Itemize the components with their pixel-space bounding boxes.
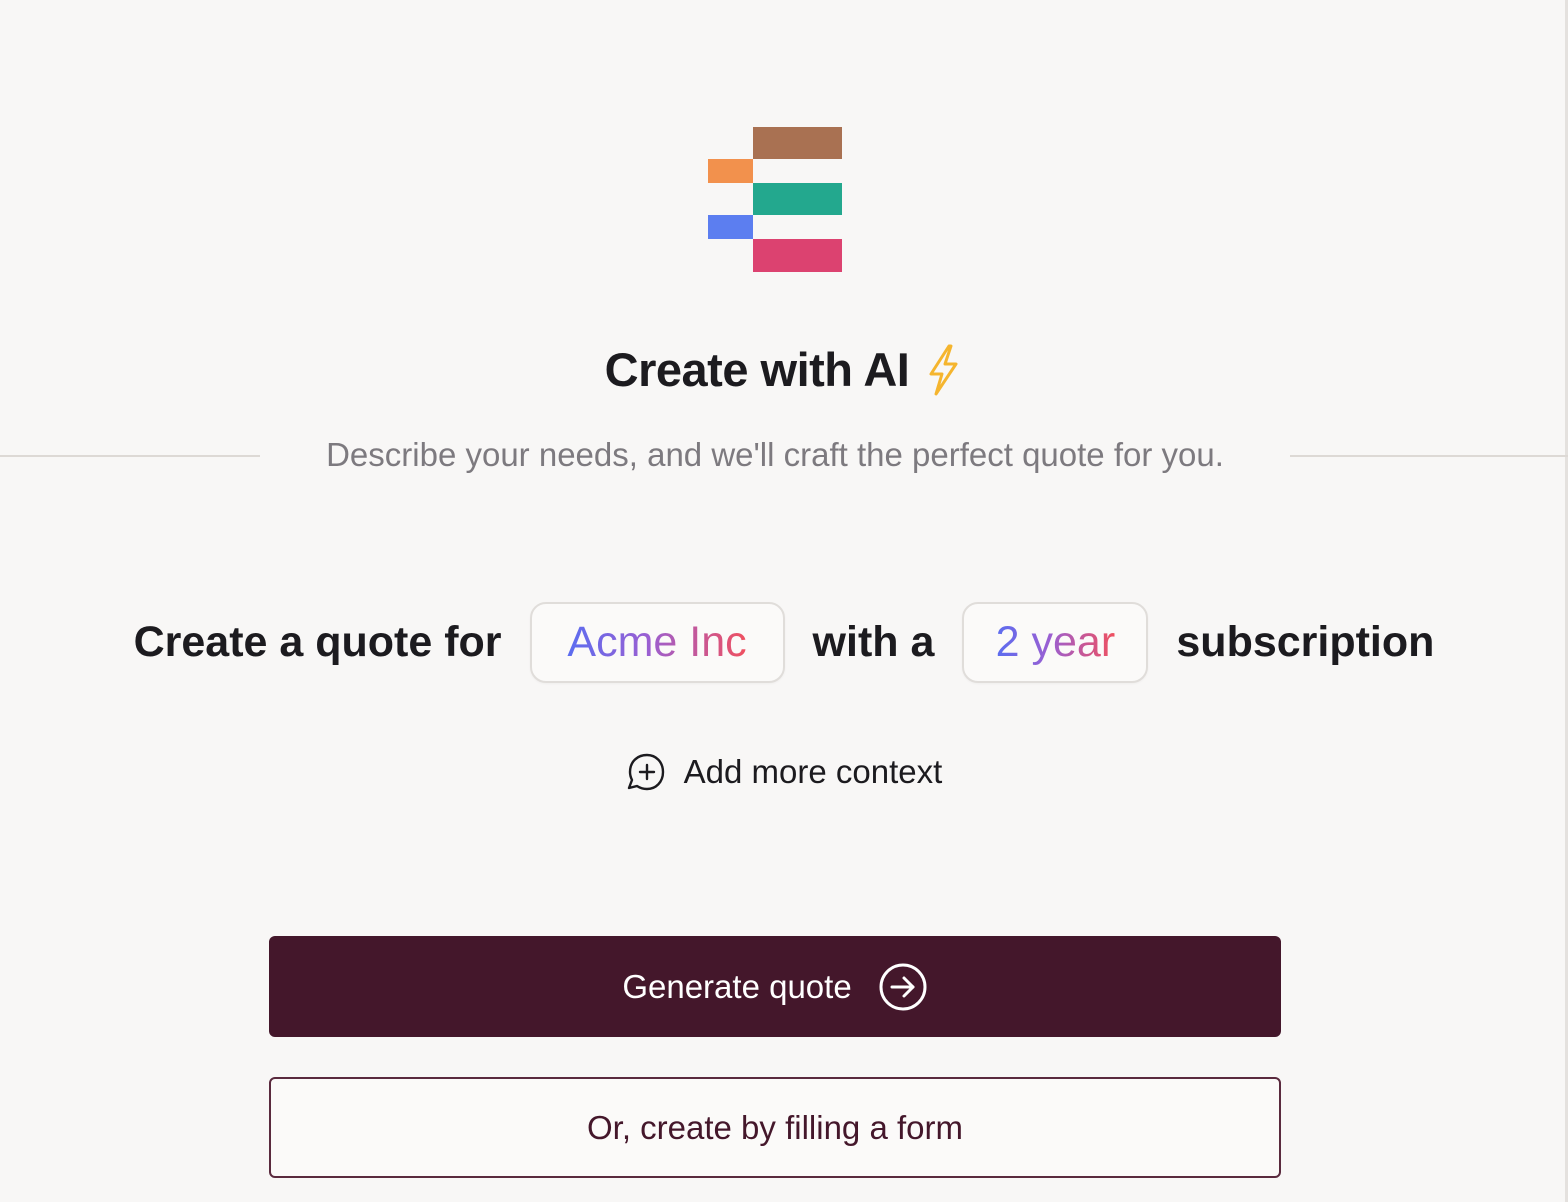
prompt-suffix: subscription — [1176, 618, 1435, 666]
generate-quote-label: Generate quote — [622, 967, 852, 1005]
brand-logo — [708, 127, 842, 272]
prompt-connector: with a — [812, 618, 935, 666]
divider-right — [1290, 455, 1568, 457]
create-with-ai-page: Create with AI Describe your needs, and … — [0, 0, 1568, 1202]
quote-prompt: Create a quote for Acme Inc with a 2 yea… — [0, 602, 1568, 683]
fill-form-label: Or, create by filling a form — [587, 1108, 963, 1146]
chat-add-icon — [627, 753, 664, 791]
term-input[interactable]: 2 year — [962, 602, 1149, 683]
term-value: 2 year — [995, 618, 1116, 666]
logo-block-2 — [708, 159, 753, 183]
logo-block-5 — [753, 239, 842, 272]
divider-left — [0, 455, 260, 457]
prompt-prefix: Create a quote for — [133, 618, 502, 666]
company-input[interactable]: Acme Inc — [529, 602, 785, 683]
company-value: Acme Inc — [567, 618, 747, 666]
add-context-button[interactable]: Add more context — [0, 752, 1568, 792]
logo-block-3 — [753, 183, 842, 215]
lightning-bolt-icon — [929, 344, 958, 395]
fill-form-button[interactable]: Or, create by filling a form — [269, 1077, 1281, 1178]
page-title: Create with AI — [604, 343, 910, 396]
logo-block-1 — [753, 127, 842, 159]
generate-quote-button[interactable]: Generate quote — [269, 936, 1281, 1037]
page-subtitle: Describe your needs, and we'll craft the… — [326, 436, 1224, 473]
arrow-right-circle-icon — [879, 963, 927, 1010]
add-context-label: Add more context — [683, 753, 943, 790]
page-heading: Create with AI — [0, 342, 1568, 397]
logo-block-4 — [708, 215, 753, 239]
